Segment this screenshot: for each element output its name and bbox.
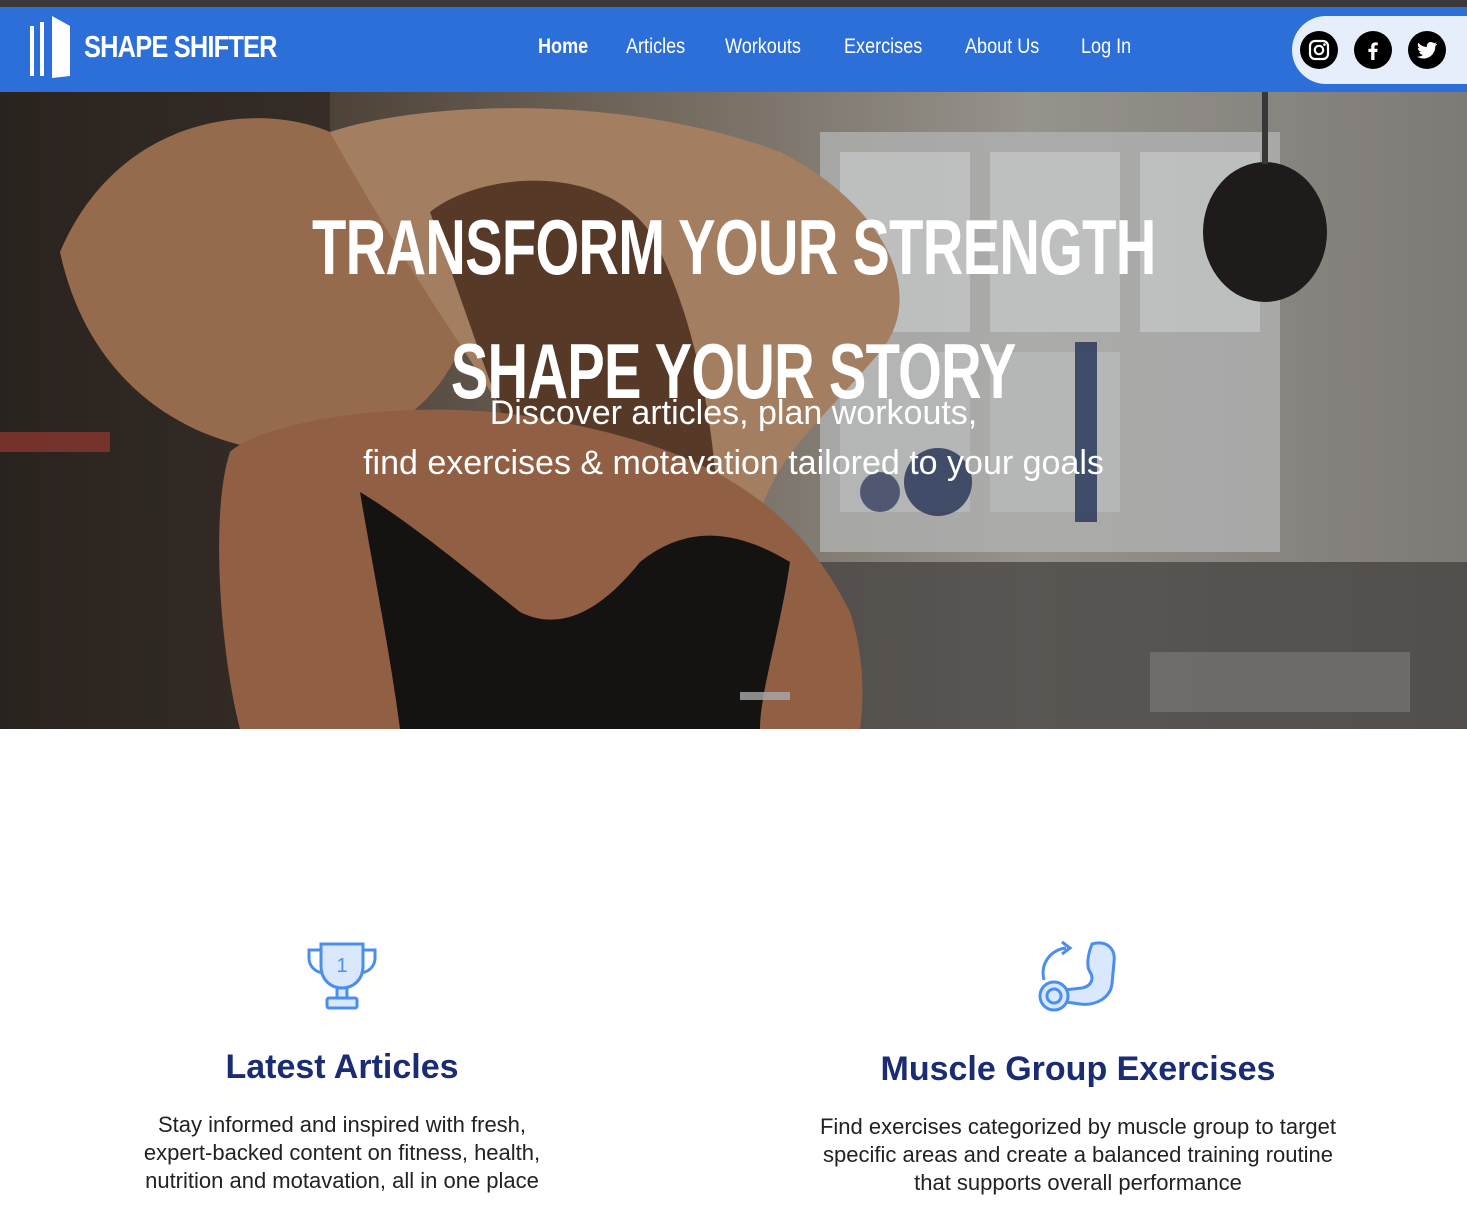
nav-about-us-link[interactable]: About Us (965, 35, 1039, 59)
brand-logo[interactable]: SHAPE SHIFTER (30, 15, 319, 79)
feature-title-muscle-group-exercises: Muscle Group Exercises (880, 1050, 1276, 1088)
feature-muscle-group-exercises[interactable]: Muscle Group Exercises Find exercises ca… (778, 940, 1378, 1197)
social-links-bar (1292, 16, 1467, 84)
twitter-icon[interactable] (1408, 31, 1446, 69)
nav-home-link[interactable]: Home (538, 35, 588, 59)
feature-desc-muscle-group-exercises: Find exercises categorized by muscle gro… (819, 1114, 1337, 1195)
nav-workouts-link[interactable]: Workouts (725, 35, 801, 59)
hero-banner: TRANSFORM YOUR STRENGTH SHAPE YOUR STORY… (0, 92, 1467, 729)
flexed-arm-icon (1038, 940, 1116, 1012)
feature-desc-latest-articles: Stay informed and inspired with fresh, e… (143, 1112, 541, 1193)
nav-articles-link[interactable]: Articles (626, 35, 685, 59)
hero-title-line1: TRANSFORM YOUR STRENGTH (311, 203, 1156, 292)
facebook-icon[interactable] (1354, 31, 1392, 69)
nav-log-in-link[interactable]: Log In (1081, 35, 1131, 59)
top-navbar: SHAPE SHIFTER Home Articles Workouts Exe… (0, 7, 1467, 92)
instagram-icon[interactable] (1300, 31, 1338, 69)
brand-name: SHAPE SHIFTER (84, 29, 278, 64)
feature-latest-articles[interactable]: 1 Latest Articles Stay informed and insp… (92, 940, 592, 1195)
hero-subtitle-line1: Discover articles, plan workouts, (489, 394, 978, 432)
hero-subtitle: Discover articles, plan workouts, find e… (0, 388, 1467, 488)
window-top-strip (0, 0, 1467, 7)
logo-mark-icon (30, 16, 70, 78)
nav-exercises-link[interactable]: Exercises (844, 35, 922, 59)
svg-text:1: 1 (336, 955, 347, 977)
trophy-icon: 1 (307, 942, 377, 1010)
hero-subtitle-line2: find exercises & motavation tailored to … (363, 444, 1104, 482)
main-nav: Home Articles Workouts Exercises About U… (538, 35, 1169, 59)
feature-title-latest-articles: Latest Articles (225, 1048, 459, 1086)
